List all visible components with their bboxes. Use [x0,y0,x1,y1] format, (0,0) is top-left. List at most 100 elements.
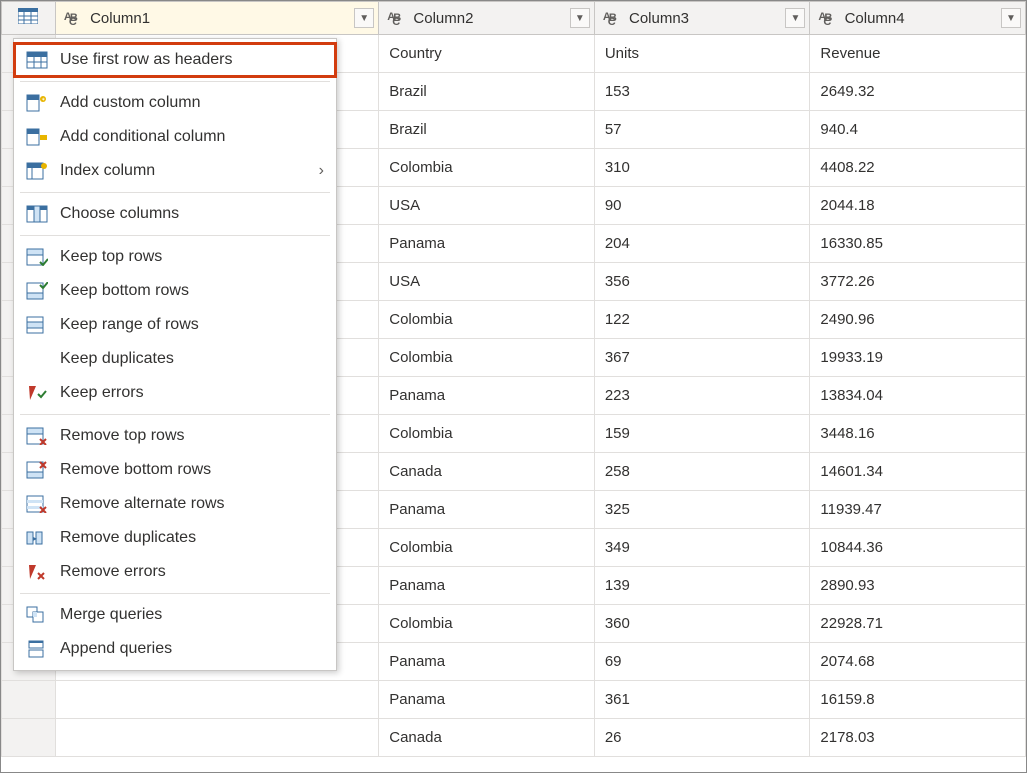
menu-keep-range-of-rows[interactable]: Keep range of rows [14,308,336,342]
cell[interactable]: 361 [594,681,810,719]
cell[interactable]: Country [379,35,595,73]
filter-dropdown-button[interactable]: ▼ [1001,8,1021,28]
cell[interactable]: Brazil [379,73,595,111]
menu-index-column[interactable]: Index column › [14,154,336,188]
cell[interactable]: 139 [594,567,810,605]
menu-remove-alternate-rows[interactable]: Remove alternate rows [14,487,336,521]
cell[interactable]: 153 [594,73,810,111]
cell[interactable]: Panama [379,643,595,681]
cell[interactable]: USA [379,263,595,301]
menu-add-conditional-column[interactable]: Add conditional column [14,120,336,154]
cell[interactable]: 26 [594,719,810,757]
cell[interactable]: Panama [379,681,595,719]
cell[interactable]: Colombia [379,605,595,643]
column-header-4[interactable]: B Column4 ▼ [810,2,1026,35]
cell[interactable]: Panama [379,567,595,605]
cell[interactable] [55,681,378,719]
menu-merge-queries[interactable]: Merge queries [14,598,336,632]
cell[interactable]: 310 [594,149,810,187]
cell[interactable]: 3772.26 [810,263,1026,301]
cell[interactable]: Colombia [379,529,595,567]
table-row[interactable]: Canada262178.03 [2,719,1026,757]
cell[interactable]: 3448.16 [810,415,1026,453]
remove-alternate-rows-icon [24,493,50,515]
cell[interactable]: Units [594,35,810,73]
menu-use-first-row-as-headers[interactable]: Use first row as headers [14,43,336,77]
cell[interactable]: 258 [594,453,810,491]
cell[interactable]: 2890.93 [810,567,1026,605]
table-corner-button[interactable] [2,2,56,35]
cell[interactable]: 4408.22 [810,149,1026,187]
cell[interactable]: 22928.71 [810,605,1026,643]
cell[interactable]: 69 [594,643,810,681]
cell[interactable]: Colombia [379,415,595,453]
filter-dropdown-button[interactable]: ▼ [785,8,805,28]
menu-item-label: Choose columns [60,205,179,223]
cell[interactable]: Panama [379,491,595,529]
cell[interactable]: Colombia [379,301,595,339]
menu-keep-duplicates[interactable]: Keep duplicates [14,342,336,376]
menu-keep-bottom-rows[interactable]: Keep bottom rows [14,274,336,308]
cell[interactable]: Brazil [379,111,595,149]
table-row[interactable]: Panama36116159.8 [2,681,1026,719]
filter-dropdown-button[interactable]: ▼ [570,8,590,28]
cell[interactable]: 90 [594,187,810,225]
remove-duplicates-icon: ▸ [24,527,50,549]
row-header[interactable] [2,681,56,719]
cell[interactable]: Colombia [379,149,595,187]
cell[interactable]: Panama [379,225,595,263]
menu-remove-duplicates[interactable]: ▸ Remove duplicates [14,521,336,555]
menu-append-queries[interactable]: Append queries [14,632,336,666]
row-header[interactable] [2,719,56,757]
cell[interactable]: 223 [594,377,810,415]
filter-dropdown-button[interactable]: ▼ [354,8,374,28]
menu-choose-columns[interactable]: Choose columns [14,197,336,231]
cell[interactable]: 57 [594,111,810,149]
cell[interactable]: 159 [594,415,810,453]
cell[interactable]: 2074.68 [810,643,1026,681]
cell[interactable]: 367 [594,339,810,377]
cell[interactable] [55,719,378,757]
cell[interactable]: 122 [594,301,810,339]
menu-item-label: Keep range of rows [60,316,199,334]
cell[interactable]: 16159.8 [810,681,1026,719]
cell[interactable]: 10844.36 [810,529,1026,567]
add-custom-column-icon: ✶ [24,92,50,114]
menu-remove-top-rows[interactable]: Remove top rows [14,419,336,453]
cell[interactable]: USA [379,187,595,225]
column-header-3[interactable]: B Column3 ▼ [594,2,810,35]
cell[interactable]: Canada [379,453,595,491]
add-conditional-column-icon [24,126,50,148]
cell[interactable]: 204 [594,225,810,263]
cell[interactable]: Revenue [810,35,1026,73]
menu-item-label: Keep errors [60,384,144,402]
cell[interactable]: 16330.85 [810,225,1026,263]
column-header-1[interactable]: B Column1 ▼ [55,2,378,35]
cell[interactable]: 325 [594,491,810,529]
menu-keep-errors[interactable]: Keep errors [14,376,336,410]
keep-bottom-rows-icon [24,280,50,302]
menu-separator [20,414,330,415]
cell[interactable]: 19933.19 [810,339,1026,377]
cell[interactable]: 2490.96 [810,301,1026,339]
menu-remove-bottom-rows[interactable]: Remove bottom rows [14,453,336,487]
cell[interactable]: 13834.04 [810,377,1026,415]
cell[interactable]: 360 [594,605,810,643]
cell[interactable]: 11939.47 [810,491,1026,529]
cell[interactable]: 349 [594,529,810,567]
cell[interactable]: 2178.03 [810,719,1026,757]
keep-errors-icon [24,382,50,404]
cell[interactable]: 356 [594,263,810,301]
cell[interactable]: 14601.34 [810,453,1026,491]
menu-remove-errors[interactable]: Remove errors [14,555,336,589]
menu-keep-top-rows[interactable]: Keep top rows [14,240,336,274]
cell[interactable]: 2649.32 [810,73,1026,111]
cell[interactable]: 940.4 [810,111,1026,149]
column-header-2[interactable]: B Column2 ▼ [379,2,595,35]
cell[interactable]: Colombia [379,339,595,377]
menu-add-custom-column[interactable]: ✶ Add custom column [14,86,336,120]
cell[interactable]: Canada [379,719,595,757]
cell[interactable]: 2044.18 [810,187,1026,225]
menu-item-label: Keep duplicates [60,350,174,368]
cell[interactable]: Panama [379,377,595,415]
